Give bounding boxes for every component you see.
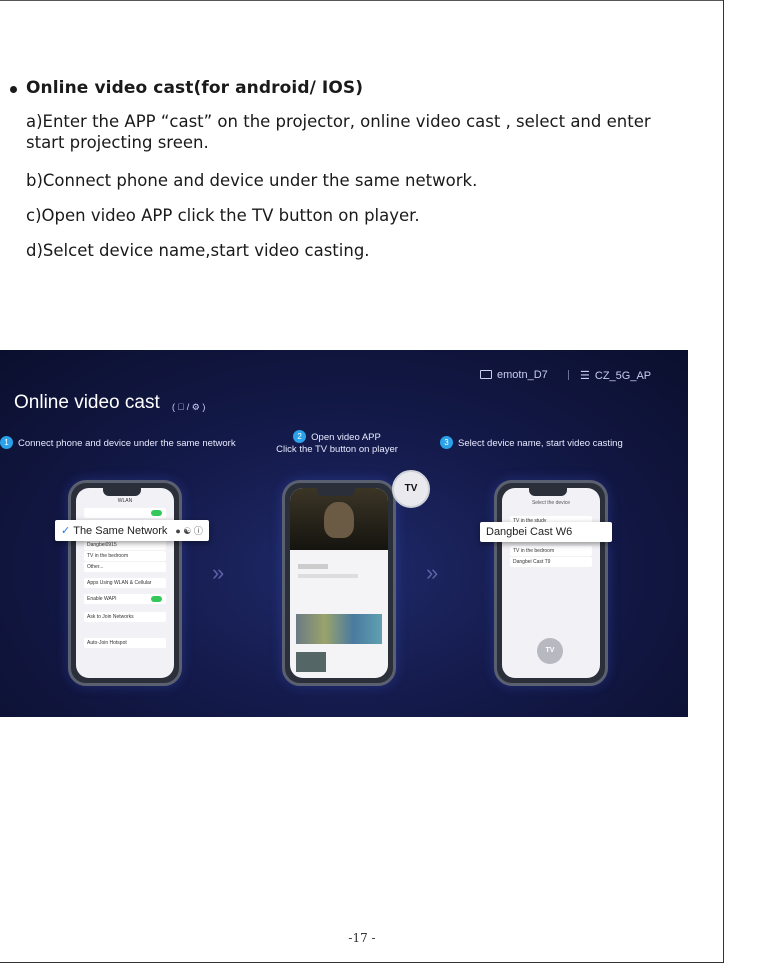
frame-right-border [723,0,724,963]
network-row: Dangbei0915 [84,540,166,550]
column-2-line2: Click the TV button on player [276,444,398,455]
wifi-icon: ☰ [580,370,590,382]
settings-row: Apps Using WLAN & Cellular [84,578,166,588]
phone-screen: Select the device TV in the study TV in … [502,488,600,678]
tv-cast-button: TV [392,470,430,508]
frame-bottom-border [0,962,724,963]
step-d: d)Selcet device name,start video casting… [26,241,370,260]
device-status: emotn_D7 [480,369,548,381]
network-row: TV in the bedroom [84,551,166,561]
phone-screen [290,488,388,678]
os-badge: (  / ⚙ ) [172,402,205,412]
frame-top-border [0,0,724,1]
phone-notch [317,488,355,496]
chevron-right-icon: » [426,560,439,585]
settings-row: Ask to Join Networks [84,612,166,622]
phone-notch [529,488,567,496]
tv-icon: TV [537,638,563,664]
lock-wifi-info-icon: ● ☯ ⓘ [175,526,203,536]
same-network-label: The Same Network [73,525,168,537]
wapi-toggle [151,596,162,602]
placeholder-bar [298,574,358,578]
wlan-toggle [151,510,162,516]
phone-device-select: Select the device TV in the study TV in … [494,480,608,686]
device-row: TV in the bedroom [510,546,592,556]
column-head-1: 1 Connect phone and device under the same… [0,436,245,450]
step-badge-3: 3 [440,436,453,449]
wifi-name: CZ_5G_AP [594,370,652,382]
thumbnail-row [296,614,382,644]
phone-notch [103,488,141,496]
device-popup: Dangbei Cast W6 [480,522,612,542]
device-row: Dangbei Cast T9 [510,557,592,567]
column-1-text: Connect phone and device under the same … [18,438,236,449]
settings-row-label: Enable WAPI [87,596,117,602]
phone-screen: WLAN Dangbei0915 TV in the bedroom Other… [76,488,174,678]
step-c: c)Open video APP click the TV button on … [26,206,420,225]
device-name: emotn_D7 [497,369,548,381]
thumbnail [296,652,326,672]
settings-row: Enable WAPI [84,594,166,604]
network-row: Other... [84,562,166,572]
step-badge-1: 1 [0,436,13,449]
wifi-status: ☰ CZ_5G_AP [580,369,651,382]
step-b: b)Connect phone and device under the sam… [26,171,478,190]
placeholder-bar [298,564,328,569]
phone-wifi-settings: WLAN Dangbei0915 TV in the bedroom Other… [68,480,182,686]
banner-title: Online video cast [14,392,160,413]
video-thumbnail-figure [324,502,354,538]
chevron-right-icon: » [212,560,225,585]
check-icon: ✓ [61,525,71,537]
phone-video-player [282,480,396,686]
instruction-banner: Online video cast (  / ⚙ ) emotn_D7 ☰ CZ… [0,350,688,717]
section-title: Online video cast(for android/ IOS) [26,78,364,98]
column-2-line1: Open video APP [311,432,381,443]
wlan-toggle-row [84,508,166,518]
column-3-text: Select device name, start video casting [458,438,623,449]
select-device-header: Select the device [531,500,571,506]
status-divider [568,370,569,380]
column-head-3: 3 Select device name, start video casting [440,436,680,450]
wlan-header: WLAN [117,498,133,504]
column-head-2: 2 Open video APP Click the TV button on p… [262,430,412,456]
tv-icon [480,370,492,379]
bullet-icon [10,86,17,93]
step-a: a)Enter the APP “cast” on the projector,… [26,112,651,152]
same-network-popup: ✓ The Same Network ● ☯ ⓘ [55,520,209,541]
page-number: -17 - [348,931,376,945]
settings-row: Auto-Join Hotspot [84,638,166,648]
step-badge-2: 2 [293,430,307,443]
